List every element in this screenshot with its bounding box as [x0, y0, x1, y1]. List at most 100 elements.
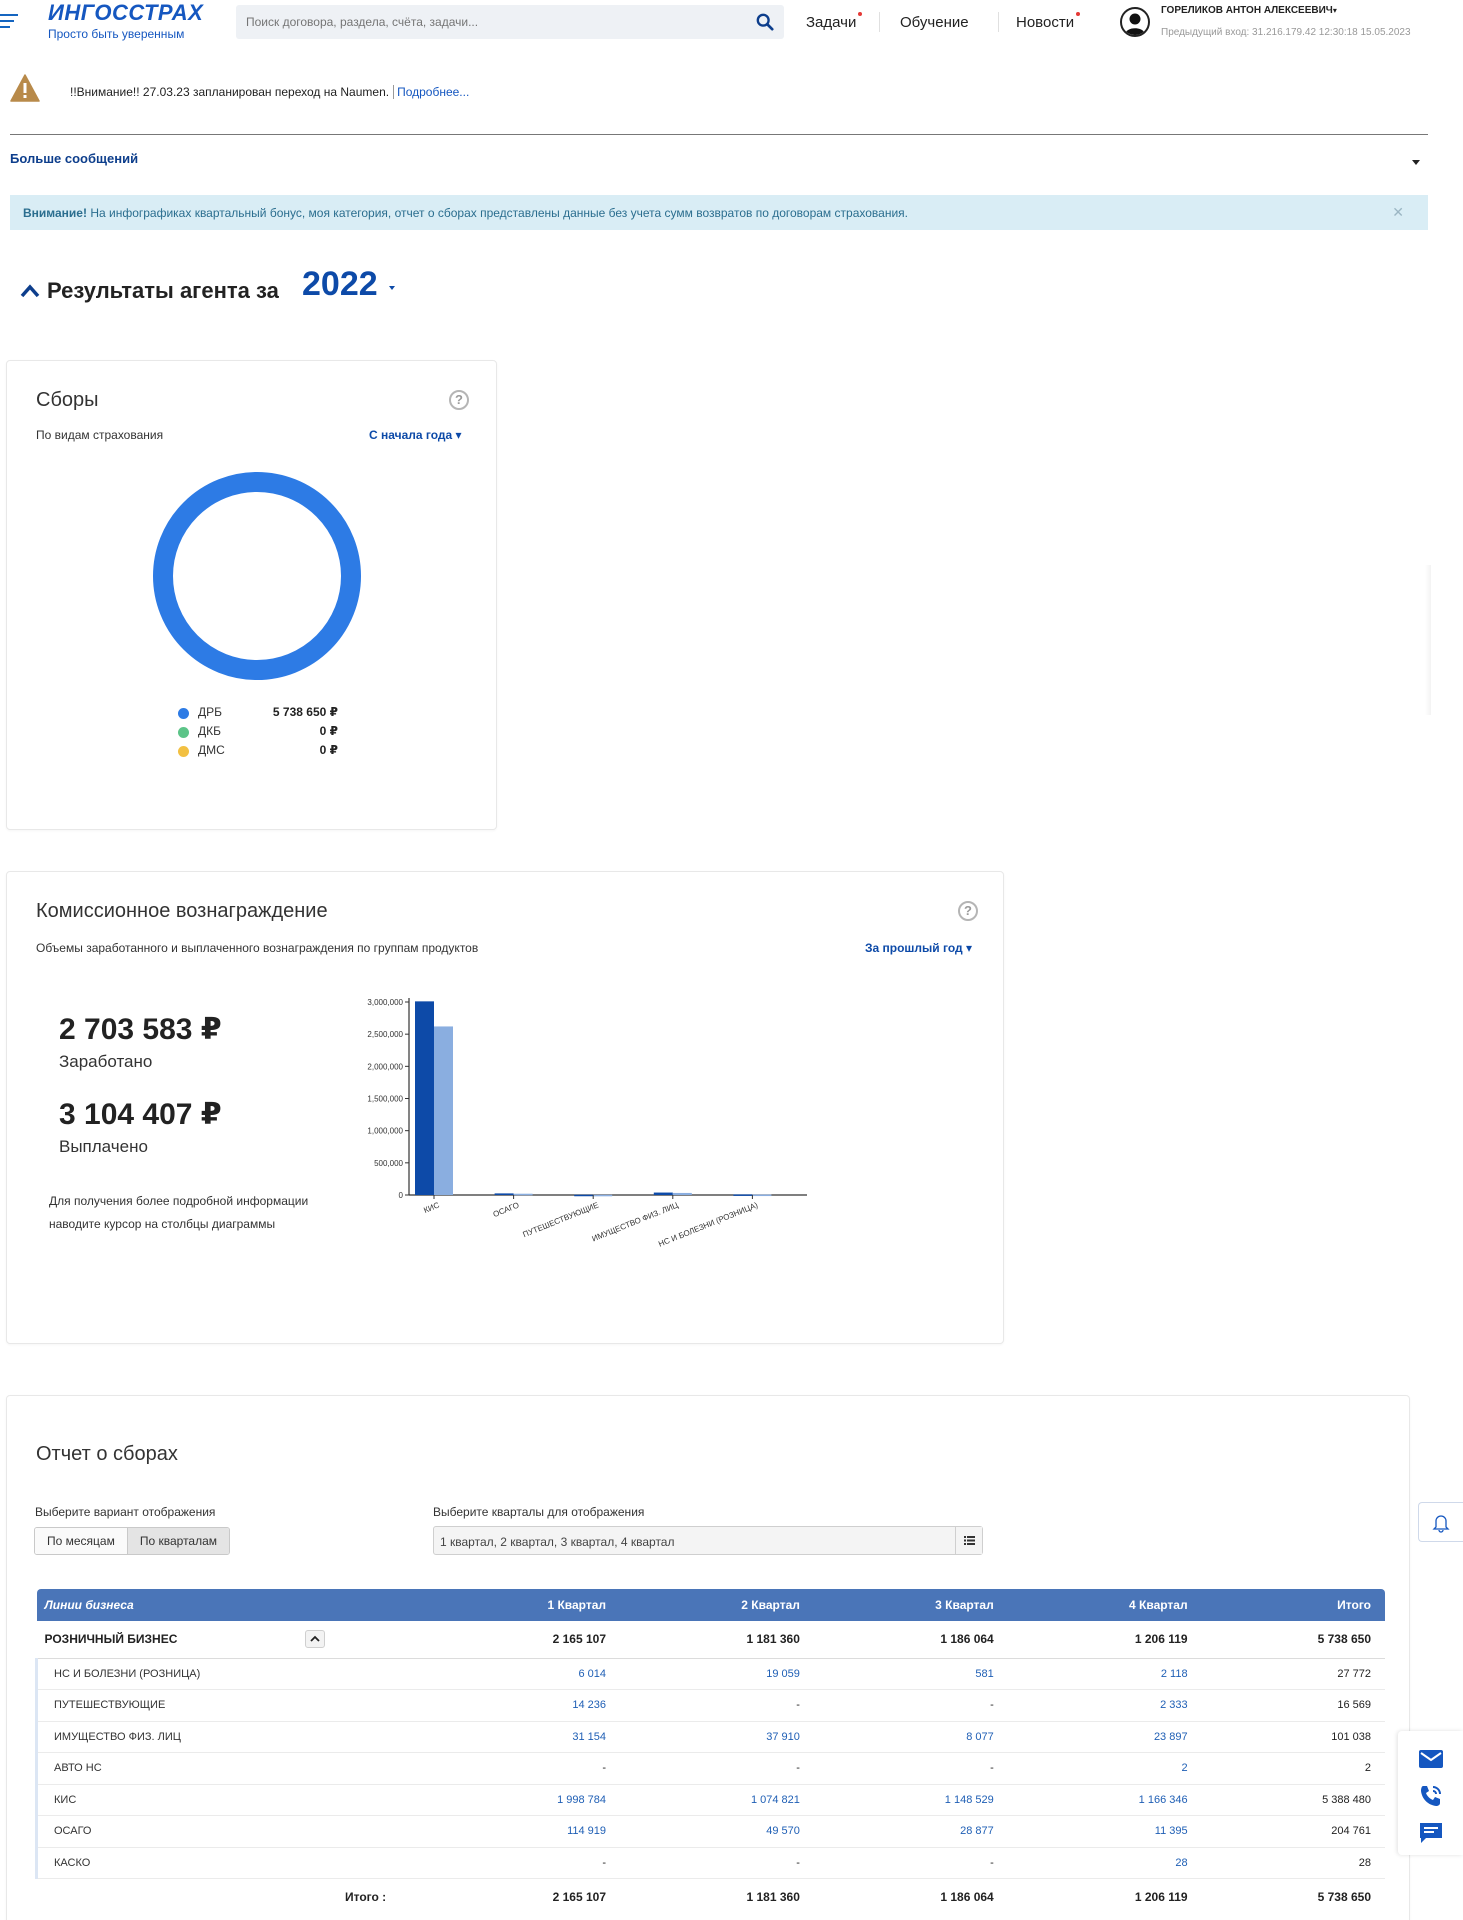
year-selector[interactable]: 2022 [302, 265, 378, 304]
collapse-icon[interactable] [20, 284, 40, 298]
table-cell[interactable]: 31 154 [426, 1721, 621, 1753]
nav-learning[interactable]: Обучение [900, 14, 969, 31]
help-icon[interactable]: ? [958, 901, 978, 921]
header: ИНГОССТРАХ Просто быть уверенным Задачи … [0, 0, 1463, 58]
mail-icon[interactable] [1418, 1749, 1444, 1769]
notifications-button[interactable] [1418, 1502, 1463, 1542]
bar-0-0[interactable] [415, 1001, 434, 1195]
column-header: 4 Квартал [1007, 1589, 1202, 1621]
column-header: 2 Квартал [620, 1589, 814, 1621]
table-cell[interactable]: 2 [1007, 1752, 1202, 1785]
logo[interactable]: ИНГОССТРАХ Просто быть уверенным [48, 0, 203, 41]
notification-dot [858, 12, 863, 16]
info-alert: Внимание! На инфографиках квартальный бо… [10, 195, 1428, 230]
x-tick-label: ПУТЕШЕСТВУЮЩИЕ [522, 1201, 600, 1240]
commission-bar-chart[interactable]: 0 500,000 1,000,000 1,500,000 2,000,000 2,500… [347, 972, 987, 1292]
list-icon[interactable] [955, 1527, 982, 1554]
table-cell[interactable]: 1 074 821 [620, 1784, 814, 1816]
table-cell[interactable]: 28 [1007, 1847, 1202, 1879]
y-tick-label: 1,000,000 [367, 1127, 403, 1136]
table-cell[interactable]: 8 077 [813, 1721, 1008, 1753]
table-cell[interactable]: 28 877 [813, 1815, 1008, 1848]
avatar[interactable] [1120, 7, 1150, 37]
quarters-select-value: 1 квартал, 2 квартал, 3 квартал, 4 кварт… [440, 1535, 675, 1549]
bar-3-1[interactable] [672, 1192, 692, 1195]
table-cell[interactable]: 1 148 529 [813, 1784, 1008, 1816]
earned-label: Заработано [59, 1052, 153, 1071]
bar-4-1[interactable] [752, 1194, 772, 1197]
bar-0-1[interactable] [434, 1026, 453, 1195]
table-cell[interactable]: 1 998 784 [426, 1784, 621, 1816]
nav-tasks[interactable]: Задачи [806, 12, 863, 31]
y-tick-label: 0 [399, 1191, 404, 1200]
warning-more-link[interactable]: Подробнее... [393, 85, 470, 99]
nav-learning-label: Обучение [900, 14, 969, 31]
table-cell: - [426, 1752, 621, 1785]
donut-slice-drb[interactable] [153, 472, 361, 680]
table-cell[interactable]: 23 897 [1007, 1721, 1202, 1753]
mode-option-months[interactable]: По месяцам [35, 1528, 127, 1554]
quarters-select[interactable]: 1 квартал, 2 квартал, 3 квартал, 4 кварт… [433, 1526, 983, 1555]
table-cell[interactable]: 114 919 [426, 1815, 621, 1848]
menu-icon[interactable] [0, 14, 18, 32]
paid-value: 3 104 407 ₽ [59, 1098, 222, 1131]
table-cell[interactable]: 2 333 [1007, 1689, 1202, 1722]
table-cell[interactable]: 49 570 [620, 1815, 814, 1848]
group-cell: 5 738 650 [1201, 1621, 1385, 1659]
collapse-group-button[interactable] [304, 1630, 325, 1648]
chevron-down-icon[interactable] [389, 286, 395, 290]
mode-option-quarters[interactable]: По кварталам [126, 1528, 230, 1554]
logo-title: ИНГОССТРАХ [48, 0, 204, 25]
commission-period-select[interactable]: За прошлый год ▾ [865, 941, 972, 955]
table-row: АВТО НС - - -2 2 [35, 1752, 1385, 1785]
legend-value: 5 738 650 ₽ [272, 705, 338, 719]
bar-1-0[interactable] [494, 1193, 514, 1195]
commission-title: Комиссионное вознаграждение [36, 900, 328, 922]
table-cell[interactable]: 37 910 [620, 1721, 814, 1753]
chart-hint-line: наводите курсор на столбцы диаграммы [49, 1217, 276, 1231]
table-cell: - [813, 1752, 1008, 1785]
bar-3-0[interactable] [653, 1192, 673, 1195]
collections-report-table: Линии бизнеса 1 Квартал 2 Квартал 3 Квар… [35, 1589, 1385, 1915]
table-cell[interactable]: 1 166 346 [1007, 1784, 1202, 1816]
search-input[interactable] [236, 5, 736, 39]
info-alert-text: Внимание! На инфографиках квартальный бо… [23, 206, 908, 220]
chart-hint-line: Для получения более подробной информации [49, 1194, 309, 1208]
table-row: ПУТЕШЕСТВУЮЩИЕ 14 236- -2 333 16 569 [35, 1689, 1385, 1722]
bar-2-1[interactable] [593, 1194, 613, 1197]
table-cell[interactable]: 2 118 [1007, 1658, 1202, 1690]
total-cell: 2 165 107 [552, 1889, 607, 1904]
help-icon[interactable]: ? [449, 390, 469, 410]
table-cell[interactable]: 6 014 [426, 1658, 621, 1690]
table-cell[interactable]: 581 [813, 1658, 1008, 1690]
notification-dot [1076, 12, 1081, 16]
table-cell[interactable]: 19 059 [620, 1658, 814, 1690]
legend-value: 0 ₽ [319, 743, 338, 757]
close-icon[interactable]: ✕ [1392, 204, 1404, 221]
bar-2-0[interactable] [574, 1194, 594, 1197]
list-icon-glyph [964, 1536, 975, 1545]
collections-donut-chart[interactable] [147, 466, 367, 686]
commission-subtitle: Объемы заработанного и выплаченного возн… [36, 941, 479, 955]
more-messages-toggle[interactable]: Больше сообщений [10, 151, 138, 166]
user-menu[interactable]: ГОРЕЛИКОВ АНТОН АЛЕКСЕЕВИЧ▾ [1161, 5, 1337, 16]
table-cell: - [620, 1847, 814, 1879]
chat-icon[interactable] [1418, 1821, 1444, 1845]
phone-icon[interactable] [1418, 1783, 1444, 1809]
bar-4-0[interactable] [733, 1194, 753, 1196]
table-cell: - [813, 1847, 1008, 1879]
nav-news[interactable]: Новости [1016, 12, 1081, 31]
collections-period-select[interactable]: С начала года ▾ [369, 428, 462, 442]
collections-title: Сборы [36, 389, 99, 411]
legend-item: ДКБ 0 ₽ [178, 724, 358, 740]
table-cell[interactable]: 11 395 [1007, 1815, 1202, 1848]
search-icon[interactable] [756, 13, 774, 31]
table-cell[interactable]: 14 236 [426, 1689, 621, 1722]
nav-tasks-label: Задачи [806, 14, 857, 31]
bar-1-1[interactable] [513, 1193, 533, 1196]
total-label: Итого : [344, 1889, 387, 1904]
chevron-down-icon[interactable] [1412, 160, 1420, 165]
table-group-row: РОЗНИЧНЫЙ БИЗНЕС 2 165 107 1 181 360 1 186 … [36, 1621, 1385, 1659]
legend-label: ДМС [198, 743, 225, 757]
y-tick-label: 2,500,000 [367, 1030, 403, 1039]
